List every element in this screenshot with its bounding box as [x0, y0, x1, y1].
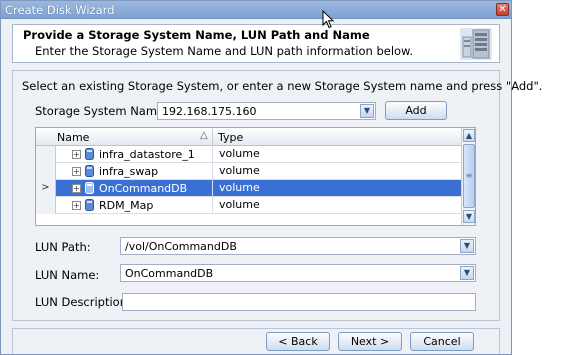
header-subtitle: Enter the Storage System Name and LUN pa…	[35, 44, 414, 58]
chevron-down-icon[interactable]: ▼	[460, 266, 474, 280]
storage-system-label: Storage System Name:	[35, 104, 168, 118]
header-title: Provide a Storage System Name, LUN Path …	[23, 28, 370, 42]
scroll-thumb[interactable]: ≡	[463, 144, 475, 208]
vertical-scrollbar[interactable]: ▲ ≡ ▼	[461, 128, 475, 225]
name-cell[interactable]: + RDM_Map	[56, 197, 212, 213]
row-header[interactable]	[36, 197, 56, 214]
chevron-down-icon[interactable]: ▼	[360, 104, 374, 118]
close-button[interactable]: ✕	[496, 3, 509, 16]
expand-icon[interactable]: +	[72, 167, 81, 176]
volume-icon	[85, 148, 94, 160]
next-button[interactable]: Next >	[338, 332, 402, 351]
instruction-text: Select an existing Storage System, or en…	[22, 79, 543, 93]
scroll-down-icon[interactable]: ▼	[463, 210, 475, 223]
lun-description-input[interactable]	[122, 293, 476, 311]
column-header-type[interactable]: Type	[218, 131, 243, 144]
window-title: Create Disk Wizard	[5, 3, 115, 17]
lun-description-label: LUN Description:	[35, 295, 131, 309]
storage-system-combo[interactable]: 192.168.175.160 ▼	[157, 102, 376, 120]
lun-path-value: /vol/OnCommandDB	[125, 240, 237, 253]
volume-icon	[85, 182, 94, 194]
table-row[interactable]: + infra_datastore_1 volume	[36, 146, 462, 163]
table-row-selected[interactable]: > + OnCommandDB volume	[36, 180, 462, 197]
name-cell[interactable]: + OnCommandDB	[56, 180, 212, 196]
lun-name-combo[interactable]: OnCommandDB ▼	[120, 264, 476, 282]
row-header[interactable]	[36, 163, 56, 180]
volume-name: infra_datastore_1	[99, 148, 195, 161]
type-cell[interactable]: volume	[212, 197, 462, 213]
sort-ascending-icon: △	[200, 130, 208, 141]
volume-icon	[85, 165, 94, 177]
volume-icon	[85, 199, 94, 211]
volume-grid[interactable]: Name △ Type + infra_datastore_1 volume +…	[35, 127, 476, 226]
type-cell[interactable]: volume	[212, 180, 462, 196]
storage-system-value: 192.168.175.160	[162, 105, 257, 118]
expand-icon[interactable]: +	[72, 184, 81, 193]
current-row-indicator[interactable]: >	[36, 180, 56, 197]
grid-header: Name △ Type	[36, 128, 462, 146]
type-cell[interactable]: volume	[212, 163, 462, 179]
chevron-down-icon[interactable]: ▼	[460, 239, 474, 253]
lun-path-combo[interactable]: /vol/OnCommandDB ▼	[120, 237, 476, 255]
name-cell[interactable]: + infra_swap	[56, 163, 212, 179]
expand-icon[interactable]: +	[72, 150, 81, 159]
title-bar[interactable]: Create Disk Wizard ✕	[1, 1, 511, 19]
table-row[interactable]: + infra_swap volume	[36, 163, 462, 180]
storage-server-icon	[460, 28, 492, 60]
column-divider[interactable]	[212, 128, 213, 146]
volume-name: OnCommandDB	[99, 182, 188, 195]
column-header-name[interactable]: Name	[57, 131, 89, 144]
wizard-header: Provide a Storage System Name, LUN Path …	[12, 24, 500, 63]
name-cell[interactable]: + infra_datastore_1	[56, 146, 212, 162]
type-cell[interactable]: volume	[212, 146, 462, 162]
lun-name-value: OnCommandDB	[125, 267, 214, 280]
cancel-button[interactable]: Cancel	[410, 332, 474, 351]
row-header[interactable]	[36, 146, 56, 163]
lun-name-label: LUN Name:	[35, 268, 100, 282]
mouse-pointer-icon	[322, 10, 334, 29]
volume-name: infra_swap	[99, 165, 159, 178]
volume-name: RDM_Map	[99, 199, 154, 212]
back-button[interactable]: < Back	[266, 332, 330, 351]
add-button[interactable]: Add	[385, 101, 447, 120]
lun-path-label: LUN Path:	[35, 240, 91, 254]
table-row[interactable]: + RDM_Map volume	[36, 197, 462, 214]
scroll-up-icon[interactable]: ▲	[463, 129, 475, 142]
expand-icon[interactable]: +	[72, 201, 81, 210]
